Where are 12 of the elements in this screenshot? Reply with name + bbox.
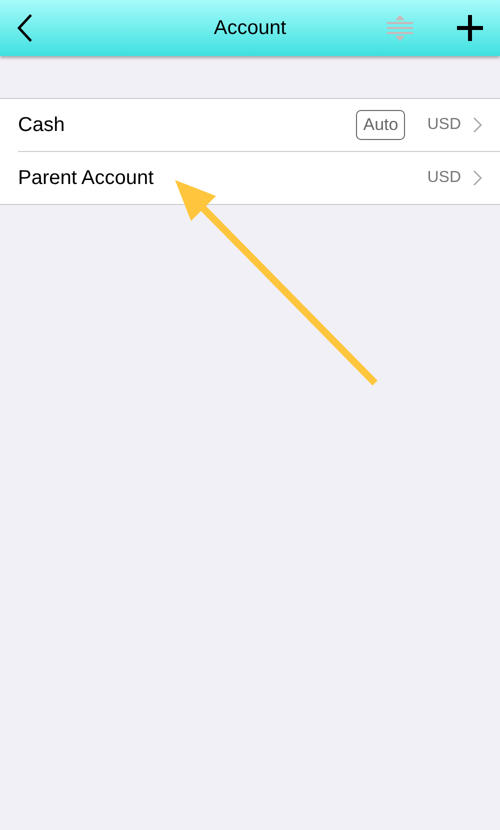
account-row[interactable]: Parent Account USD bbox=[0, 152, 500, 204]
back-button[interactable] bbox=[16, 13, 34, 43]
add-button[interactable] bbox=[456, 14, 484, 42]
page-title: Account bbox=[214, 16, 286, 40]
account-name: Cash bbox=[18, 114, 66, 136]
chevron-icon bbox=[473, 117, 482, 133]
account-name: Parent Account bbox=[18, 166, 155, 190]
chevron-icon bbox=[473, 170, 482, 186]
currency-label: USD bbox=[427, 116, 461, 134]
currency-label: USD bbox=[427, 169, 461, 187]
auto-badge: Auto bbox=[356, 110, 406, 140]
account-row[interactable]: Cash Auto USD bbox=[18, 99, 500, 152]
